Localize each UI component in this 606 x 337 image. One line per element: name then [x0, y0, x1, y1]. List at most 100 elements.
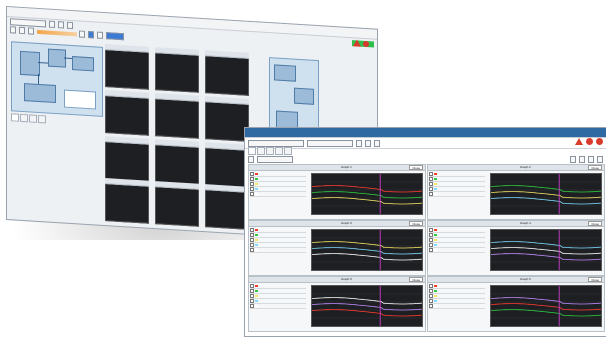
legend-checkbox[interactable] — [250, 192, 254, 196]
legend-checkbox[interactable] — [250, 289, 254, 293]
graph-close-button[interactable]: Close — [588, 165, 602, 170]
legend-row[interactable] — [429, 304, 485, 309]
graph-plot-area[interactable] — [311, 173, 423, 215]
legend-checkbox[interactable] — [250, 187, 254, 191]
graph-plot-area[interactable] — [311, 229, 423, 271]
legend-swatch — [255, 249, 258, 251]
legend-checkbox[interactable] — [250, 299, 254, 303]
legend-checkbox[interactable] — [250, 233, 254, 237]
front-toolbar-field[interactable] — [248, 139, 304, 147]
graph-plot-area[interactable] — [311, 285, 423, 327]
back-mini-plot — [105, 90, 149, 136]
legend-row[interactable] — [429, 248, 485, 253]
graph-plot-area[interactable] — [490, 285, 602, 327]
legend-checkbox[interactable] — [429, 243, 433, 247]
legend-swatch — [434, 234, 437, 236]
graph-legend-table — [250, 284, 306, 309]
legend-checkbox[interactable] — [429, 299, 433, 303]
graph-close-button[interactable]: Close — [588, 277, 602, 282]
front-tab-1[interactable] — [248, 147, 256, 155]
back-stop-button[interactable] — [363, 40, 369, 48]
back-lower-tab-4[interactable] — [38, 114, 46, 124]
front-stop-button[interactable] — [586, 138, 593, 145]
legend-row[interactable] — [429, 192, 485, 197]
back-tool-b[interactable] — [19, 26, 25, 35]
graph-legend-table — [429, 172, 485, 197]
graph-plot-area[interactable] — [490, 173, 602, 215]
graph-close-button[interactable]: Close — [409, 277, 423, 282]
graph-close-button[interactable]: Close — [588, 221, 602, 226]
legend-checkbox[interactable] — [250, 243, 254, 247]
back-toolbar-btn-1[interactable] — [49, 20, 55, 28]
front-view-1[interactable] — [570, 156, 576, 163]
back-lower-tab-3[interactable] — [29, 114, 37, 123]
legend-checkbox[interactable] — [429, 177, 433, 181]
back-tool-g[interactable] — [106, 32, 124, 41]
series-line — [312, 303, 422, 311]
back-lower-tab-2[interactable] — [20, 113, 28, 123]
legend-checkbox[interactable] — [429, 228, 433, 232]
front-view-3[interactable] — [588, 156, 594, 163]
back-mini-plot — [105, 44, 149, 90]
series-line — [312, 191, 422, 199]
front-filter-1[interactable] — [248, 156, 254, 163]
legend-checkbox[interactable] — [429, 182, 433, 186]
back-tool-e[interactable] — [88, 31, 94, 39]
legend-swatch — [255, 290, 258, 292]
legend-row[interactable] — [250, 192, 306, 197]
back-mini-plot — [205, 50, 249, 96]
front-tool-3[interactable] — [374, 139, 380, 147]
legend-checkbox[interactable] — [429, 233, 433, 237]
legend-row[interactable] — [250, 304, 306, 309]
legend-checkbox[interactable] — [429, 192, 433, 196]
legend-checkbox[interactable] — [429, 187, 433, 191]
front-tab-2[interactable] — [257, 147, 265, 155]
legend-checkbox[interactable] — [429, 248, 433, 252]
series-line — [491, 247, 601, 255]
legend-checkbox[interactable] — [250, 172, 254, 176]
front-toolbar — [245, 138, 606, 149]
back-tool-d[interactable] — [79, 30, 85, 38]
legend-swatch — [434, 300, 437, 302]
front-filter-2[interactable] — [257, 156, 293, 163]
legend-checkbox[interactable] — [250, 304, 254, 308]
back-tool-a[interactable] — [10, 26, 16, 34]
graph-close-button[interactable]: Close — [409, 221, 423, 226]
legend-checkbox[interactable] — [250, 177, 254, 181]
back-tool-c[interactable] — [28, 27, 34, 35]
schematic-vessel-3 — [72, 56, 94, 72]
back-lower-tab-1[interactable] — [11, 113, 19, 122]
legend-checkbox[interactable] — [429, 294, 433, 298]
back-toolbar-btn-3[interactable] — [67, 21, 73, 30]
legend-checkbox[interactable] — [429, 304, 433, 308]
legend-checkbox[interactable] — [250, 182, 254, 186]
legend-checkbox[interactable] — [429, 172, 433, 176]
graph-plot-area[interactable] — [490, 229, 602, 271]
legend-checkbox[interactable] — [250, 284, 254, 288]
front-tab-4[interactable] — [275, 147, 283, 155]
legend-checkbox[interactable] — [250, 228, 254, 232]
front-view-4[interactable] — [597, 156, 603, 163]
legend-row[interactable] — [250, 248, 306, 253]
front-tool-1[interactable] — [356, 139, 362, 147]
front-view-2[interactable] — [579, 156, 585, 163]
graph-panel-header: Graph 1 Close — [249, 165, 425, 171]
legend-checkbox[interactable] — [429, 289, 433, 293]
legend-swatch — [255, 244, 258, 246]
legend-checkbox[interactable] — [429, 238, 433, 242]
front-tab-5[interactable] — [284, 147, 292, 155]
back-mini-plot-title — [105, 136, 149, 145]
legend-checkbox[interactable] — [250, 294, 254, 298]
front-stop-button-2[interactable] — [596, 138, 603, 145]
front-combo[interactable] — [307, 139, 353, 147]
front-tool-2[interactable] — [365, 139, 371, 147]
legend-checkbox[interactable] — [250, 248, 254, 252]
legend-checkbox[interactable] — [250, 238, 254, 242]
legend-checkbox[interactable] — [429, 284, 433, 288]
legend-swatch — [434, 188, 437, 190]
front-tab-3[interactable] — [266, 147, 274, 155]
graph-close-button[interactable]: Close — [409, 165, 423, 170]
back-tool-f[interactable] — [97, 31, 103, 39]
back-toolbar-btn-2[interactable] — [58, 21, 64, 29]
back-mini-plot-title — [105, 178, 149, 187]
